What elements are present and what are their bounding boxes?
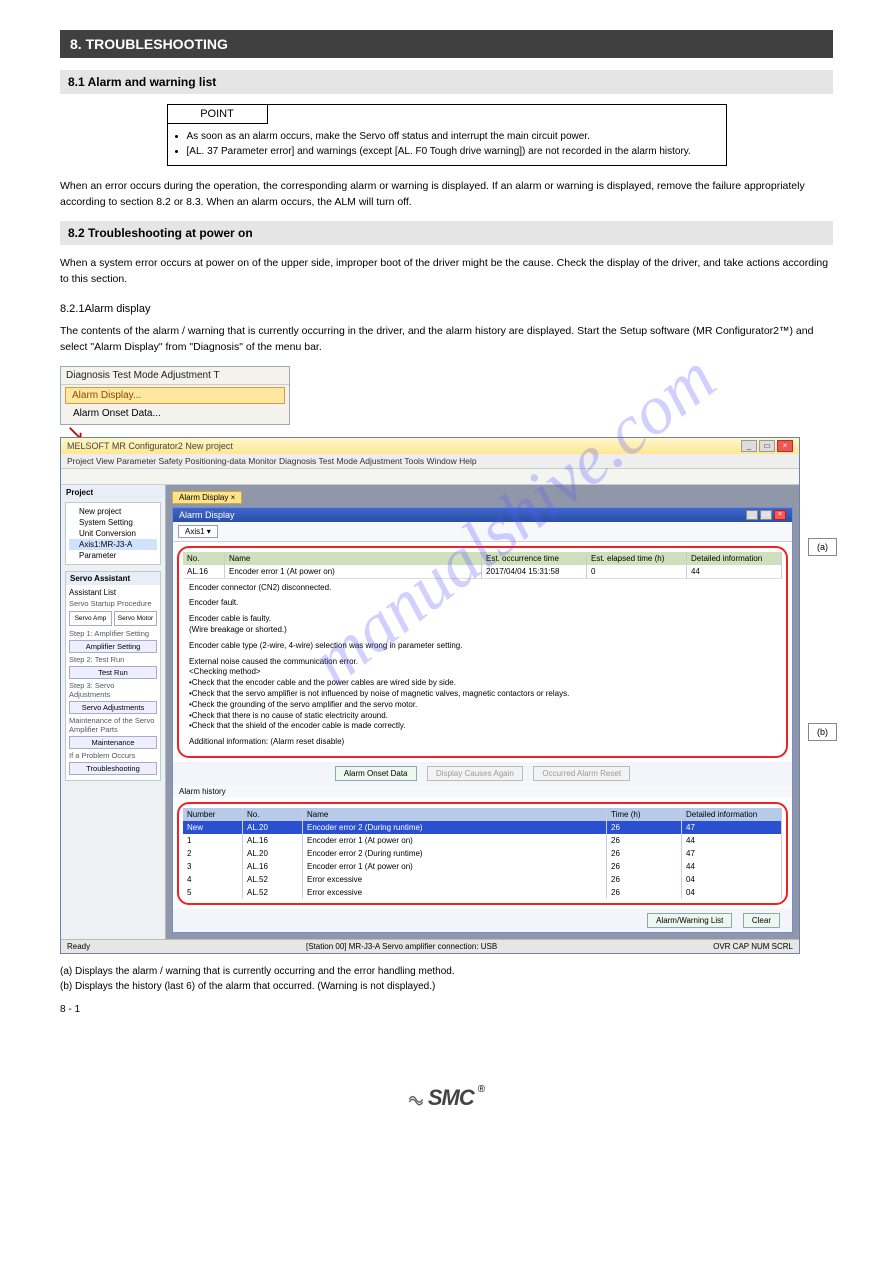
tree-item-selected[interactable]: Axis1:MR-J3-A <box>69 539 157 550</box>
servo-adjustments-button[interactable]: Servo Adjustments <box>69 701 157 714</box>
project-tree[interactable]: New project System Setting Unit Conversi… <box>65 502 161 565</box>
hist-row[interactable]: 2AL.20Encoder error 2 (During runtime)26… <box>183 847 782 860</box>
wave-icon <box>408 1090 424 1106</box>
occurred-alarm-reset-button: Occurred Alarm Reset <box>533 766 630 781</box>
section2-body: When a system error occurs at power on o… <box>60 255 833 288</box>
tree-root[interactable]: New project <box>69 506 157 517</box>
alarm-detailed: 44 <box>687 565 782 578</box>
current-alarm-region: No. Name Est. occurrence time Est. elaps… <box>177 546 788 758</box>
col-detailed: Detailed information <box>687 552 782 565</box>
hist-row[interactable]: 3AL.16Encoder error 1 (At power on)2644 <box>183 860 782 873</box>
subsection-title: 8.2.1Alarm display <box>60 303 833 315</box>
step-label: Step 2: Test Run <box>69 655 157 664</box>
alarm-history-label: Alarm history <box>173 785 792 798</box>
alarm-onset-data-button[interactable]: Alarm Onset Data <box>335 766 417 781</box>
app-toolbar[interactable] <box>61 469 799 485</box>
col-occurrence: Est. occurrence time <box>482 552 587 565</box>
status-mid: [Station 00] MR-J3-A Servo amplifier con… <box>306 942 497 951</box>
alarm-description: Encoder connector (CN2) disconnected. En… <box>183 578 782 752</box>
hist-row[interactable]: 5AL.52Error excessive2604 <box>183 886 782 899</box>
problem-label: If a Problem Occurs <box>69 751 157 760</box>
dialog-min-icon[interactable]: _ <box>746 510 758 520</box>
app-title: MELSOFT MR Configurator2 New project <box>67 441 233 451</box>
hist-col-det: Detailed information <box>682 808 782 821</box>
point-item: As soon as an alarm occurs, make the Ser… <box>187 130 718 145</box>
footnote-b: (b) Displays the history (last 6) of the… <box>60 979 833 994</box>
smc-logo: SMC® <box>60 1085 833 1111</box>
startup-procedure: Servo Startup Procedure <box>69 599 157 608</box>
menu-alarm-onset[interactable]: Alarm Onset Data... <box>65 406 285 421</box>
dialog-title: Alarm Display <box>179 510 235 520</box>
col-no: No. <box>183 552 225 565</box>
clear-button[interactable]: Clear <box>743 913 780 928</box>
diagram-servo-amp: Servo Amp <box>69 611 112 626</box>
dialog-close-icon[interactable]: × <box>774 510 786 520</box>
point-item: [AL. 37 Parameter error] and warnings (e… <box>187 145 718 160</box>
col-elapsed: Est. elapsed time (h) <box>587 552 687 565</box>
dialog-max-icon[interactable]: ▭ <box>760 510 772 520</box>
chapter-heading: 8. TROUBLESHOOTING <box>60 30 833 58</box>
project-panel-title: Project <box>62 486 164 499</box>
assistant-list-label: Assistant List <box>69 588 157 597</box>
minimize-button[interactable]: _ <box>741 440 757 452</box>
test-run-button[interactable]: Test Run <box>69 666 157 679</box>
menu-alarm-display[interactable]: Alarm Display... <box>65 387 285 404</box>
section1-body: When an error occurs during the operatio… <box>60 178 833 211</box>
page-number: 8 - 1 <box>60 1004 833 1015</box>
status-left: Ready <box>67 942 90 951</box>
point-box: POINT As soon as an alarm occurs, make t… <box>167 104 727 166</box>
alarm-occ-time: 2017/04/04 15:31:58 <box>482 565 587 578</box>
hist-row[interactable]: 4AL.52Error excessive2604 <box>183 873 782 886</box>
section1-title: 8.1 Alarm and warning list <box>60 70 833 94</box>
hist-col-no: No. <box>243 808 303 821</box>
hist-col-time: Time (h) <box>607 808 682 821</box>
maximize-button[interactable]: ▭ <box>759 440 775 452</box>
tab-alarm-display[interactable]: Alarm Display × <box>172 491 242 504</box>
alarm-name: Encoder error 1 (At power on) <box>225 565 482 578</box>
hist-col-number: Number <box>183 808 243 821</box>
diagram-servo-motor: Servo Motor <box>114 611 157 626</box>
display-causes-button: Display Causes Again <box>427 766 523 781</box>
callout-b: (b) <box>808 723 837 741</box>
alarm-history-region: Number No. Name Time (h) Detailed inform… <box>177 802 788 905</box>
status-right: OVR CAP NUM SCRL <box>713 942 793 951</box>
tree-item[interactable]: Parameter <box>69 550 157 561</box>
alarm-no: AL.16 <box>183 565 225 578</box>
step-label: Step 1: Amplifier Setting <box>69 629 157 638</box>
assistant-title: Servo Assistant <box>66 572 160 585</box>
step-label: Step 3: Servo Adjustments <box>69 681 157 699</box>
point-label: POINT <box>168 105 268 124</box>
tree-item[interactable]: Unit Conversion <box>69 528 157 539</box>
maintenance-button[interactable]: Maintenance <box>69 736 157 749</box>
menubar-fragment: Diagnosis Test Mode Adjustment T Alarm D… <box>60 366 290 425</box>
alarm-elapsed: 0 <box>587 565 687 578</box>
app-menubar[interactable]: Project View Parameter Safety Positionin… <box>61 454 799 469</box>
hist-row[interactable]: 1AL.16Encoder error 1 (At power on)2644 <box>183 834 782 847</box>
section2-title: 8.2 Troubleshooting at power on <box>60 221 833 245</box>
hist-row[interactable]: NewAL.20Encoder error 2 (During runtime)… <box>183 821 782 834</box>
subsection-body: The contents of the alarm / warning that… <box>60 323 833 356</box>
app-window: MELSOFT MR Configurator2 New project _ ▭… <box>60 437 800 954</box>
footnote-a: (a) Displays the alarm / warning that is… <box>60 964 833 979</box>
close-button[interactable]: × <box>777 440 793 452</box>
alarm-warning-list-button[interactable]: Alarm/Warning List <box>647 913 732 928</box>
menubar-tabs: Diagnosis Test Mode Adjustment T <box>61 367 289 385</box>
troubleshooting-button[interactable]: Troubleshooting <box>69 762 157 775</box>
col-name: Name <box>225 552 482 565</box>
maint-label: Maintenance of the Servo Amplifier Parts <box>69 716 157 734</box>
callout-a: (a) <box>808 538 837 556</box>
hist-col-name: Name <box>303 808 607 821</box>
amplifier-setting-button[interactable]: Amplifier Setting <box>69 640 157 653</box>
axis-selector[interactable]: Axis1 ▾ <box>178 525 218 538</box>
tree-item[interactable]: System Setting <box>69 517 157 528</box>
